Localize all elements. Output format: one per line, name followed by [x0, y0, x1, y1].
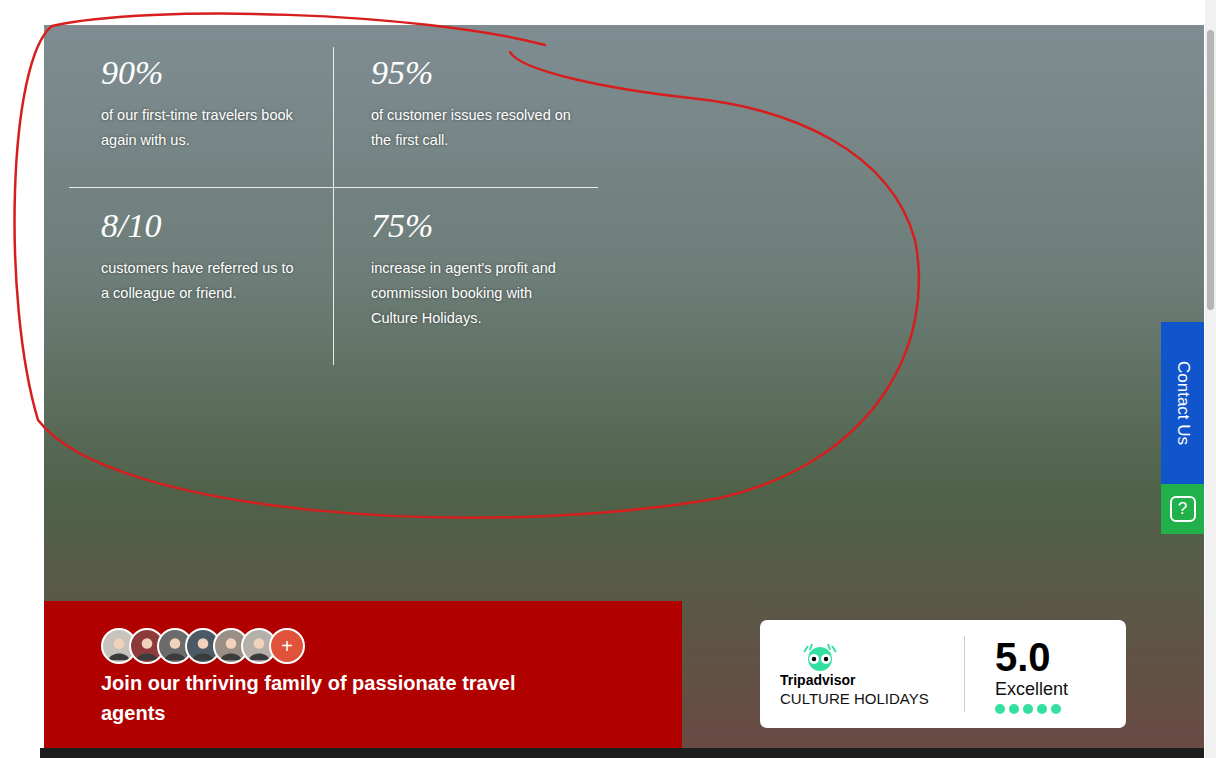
- rating-label: Excellent: [995, 679, 1068, 700]
- rating: 5.0Excellent: [995, 635, 1068, 714]
- scrollbar-thumb[interactable]: [1207, 30, 1214, 310]
- page: 90% of our first-time travelers book agai…: [0, 0, 1216, 758]
- rating-score: 5.0: [995, 635, 1068, 679]
- stat-text: of customer issues resolved on the first…: [371, 103, 571, 153]
- tripadvisor-label: Tripadvisor: [780, 672, 960, 688]
- side-widgets: Contact Us?: [1161, 322, 1204, 534]
- tripadvisor-owl-icon: [800, 642, 840, 672]
- stat-value: 75%: [371, 206, 578, 246]
- stat-value: 8/10: [101, 206, 313, 246]
- tripadvisor-badge[interactable]: Tripadvisor CULTURE HOLIDAYS 5.0Excellent: [760, 620, 1126, 728]
- hero-section: 90% of our first-time travelers book agai…: [44, 25, 1204, 748]
- stat-card: 8/10 customers have referred us to a coll…: [69, 188, 334, 365]
- rating-dots: [995, 704, 1068, 714]
- scrollbar[interactable]: [1205, 0, 1216, 758]
- stat-card: 75% increase in agent's profit and commis…: [334, 188, 598, 365]
- stat-value: 90%: [101, 53, 313, 93]
- avatar-group: +: [101, 628, 662, 664]
- contact-tab[interactable]: Contact Us: [1161, 322, 1204, 484]
- bottom-row: + Join our thriving family of passionate …: [44, 601, 1204, 748]
- stat-card: 90% of our first-time travelers book agai…: [69, 47, 334, 188]
- stat-value: 95%: [371, 53, 578, 93]
- rating-dot-icon: [1023, 704, 1033, 714]
- join-panel[interactable]: + Join our thriving family of passionate …: [44, 601, 682, 748]
- join-title: Join our thriving family of passionate t…: [101, 668, 521, 728]
- footer-bar: [40, 748, 1204, 758]
- stat-text: increase in agent's profit and commissio…: [371, 256, 571, 331]
- company-name: CULTURE HOLIDAYS: [780, 690, 960, 707]
- stat-card: 95% of customer issues resolved on the fi…: [334, 47, 598, 188]
- rating-dot-icon: [1009, 704, 1019, 714]
- divider: [964, 636, 965, 712]
- stat-text: customers have referred us to a colleagu…: [101, 256, 301, 306]
- stats-grid: 90% of our first-time travelers book agai…: [69, 47, 598, 365]
- help-button[interactable]: ?: [1161, 484, 1204, 534]
- tripadvisor-brand: Tripadvisor CULTURE HOLIDAYS: [780, 642, 960, 707]
- rating-dot-icon: [995, 704, 1005, 714]
- rating-dot-icon: [1051, 704, 1061, 714]
- rating-dot-icon: [1037, 704, 1047, 714]
- annotation-circle: [0, 0, 1216, 758]
- help-icon: ?: [1170, 496, 1196, 522]
- stat-text: of our first-time travelers book again w…: [101, 103, 301, 153]
- plus-badge[interactable]: +: [269, 628, 305, 664]
